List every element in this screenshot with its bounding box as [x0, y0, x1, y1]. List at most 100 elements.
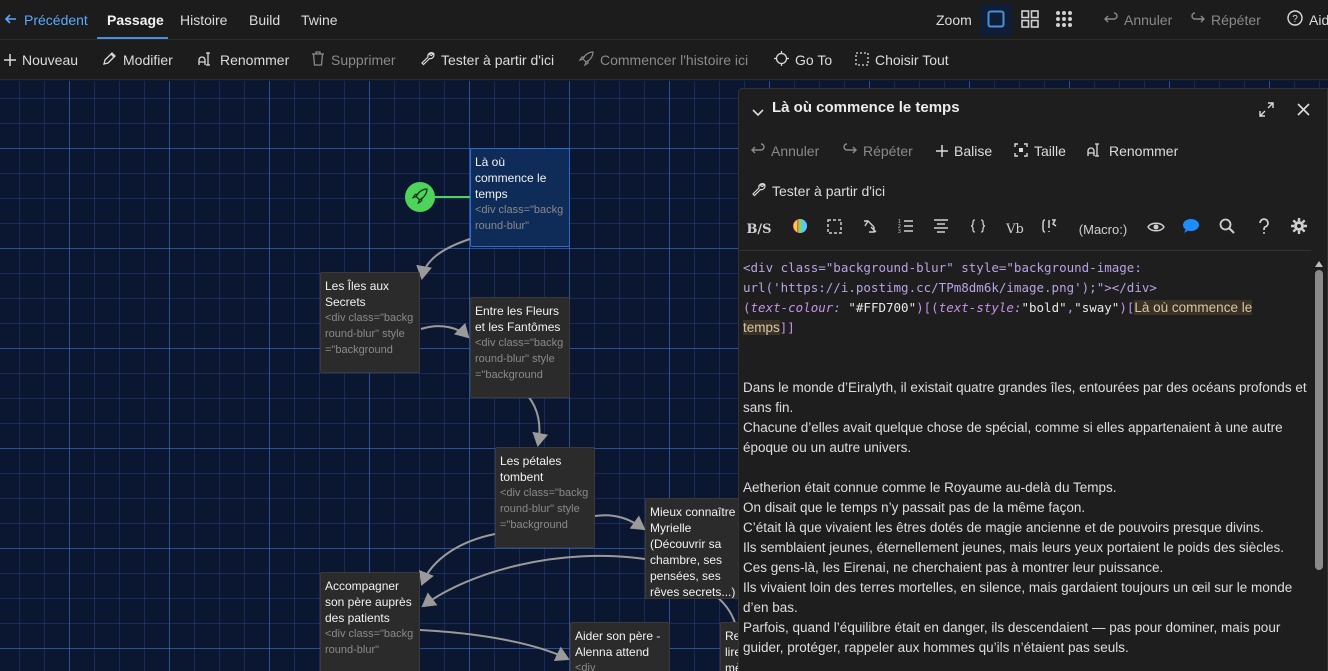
svg-text:3: 3 [898, 229, 901, 234]
tab-histoire[interactable]: Histoire [180, 0, 227, 40]
zoom-small-button[interactable] [1048, 4, 1080, 36]
undo-label: Annuler [1124, 12, 1173, 28]
link-5 [419, 533, 496, 586]
pencil-icon [102, 41, 117, 81]
editor-scrollbar[interactable] [1311, 250, 1327, 671]
undo-button[interactable]: Annuler [1104, 0, 1172, 40]
prose-paragraph: Aetherion était connue comme le Royaume … [743, 480, 1117, 495]
syntax-help-button[interactable] [1253, 218, 1275, 242]
grid-3x3-icon [1055, 10, 1073, 31]
redo-icon [1191, 1, 1205, 41]
zoom-large-button[interactable] [980, 4, 1012, 36]
collapse-chevron-icon[interactable] [752, 105, 764, 121]
close-icon[interactable] [1297, 103, 1310, 119]
macro-button[interactable]: (Macro:) [1075, 218, 1131, 242]
passage-redo-button[interactable]: Répéter [843, 139, 913, 163]
passage-toolbar: Nouveau Modifier Renommer Supprimer Test… [0, 40, 1328, 80]
rename-passage-button[interactable]: Renommer [198, 40, 289, 80]
scrollbar-thumb[interactable] [1315, 270, 1323, 570]
passage-excerpt: <div class="background-blur" style="back… [325, 312, 414, 356]
link-icon [862, 218, 878, 242]
braces-icon [970, 218, 986, 243]
select-all-button[interactable]: Choisir Tout [855, 40, 949, 80]
add-tag-button[interactable]: Balise [936, 139, 992, 163]
goto-button[interactable]: Go To [774, 40, 832, 80]
link-1 [416, 238, 471, 280]
scroll-up-arrow-icon[interactable] [1315, 254, 1323, 270]
delete-passage-button[interactable]: Supprimer [311, 40, 396, 80]
link-7 [419, 629, 570, 661]
settings-button[interactable] [1288, 218, 1310, 242]
undo-icon [751, 140, 765, 164]
help-button[interactable]: ? Aide [1287, 0, 1328, 40]
passage-undo-button[interactable]: Annuler [751, 139, 819, 163]
back-button[interactable]: Précédent [4, 0, 88, 40]
passage-card[interactable]: Là où commence le temps <div class="back… [470, 148, 570, 247]
hook-select-button[interactable] [823, 218, 845, 242]
conditional-button[interactable] [1039, 218, 1061, 242]
tab-build[interactable]: Build [249, 0, 280, 40]
tab-twine[interactable]: Twine [301, 0, 338, 40]
exclamation-bracket-icon [1041, 218, 1059, 242]
dialog-title: Là où commence le temps [772, 99, 960, 116]
select-all-label: Choisir Tout [875, 52, 949, 68]
passage-title: Re lire mère [725, 629, 740, 671]
passage-card[interactable]: Entre les Fleurs et les Fantômes <div cl… [470, 297, 570, 398]
passage-excerpt: <div [575, 662, 596, 671]
start-story-here-label: Commencer l'histoire ici [600, 52, 749, 68]
braces-button[interactable] [967, 218, 989, 242]
passage-undo-label: Annuler [771, 143, 820, 159]
passage-excerpt: <div class="background-blur" [475, 204, 564, 232]
edit-passage-button[interactable]: Modifier [102, 40, 173, 80]
find-button[interactable] [1216, 218, 1238, 242]
crosshair-icon [774, 41, 789, 81]
back-label: Précédent [24, 12, 88, 28]
zoom-medium-button[interactable] [1014, 4, 1046, 36]
macro-value: "bold" [1021, 300, 1067, 315]
speech-bubble-icon [1182, 218, 1200, 242]
bold-strike-button[interactable]: B/S [746, 218, 771, 242]
align-button[interactable] [930, 218, 952, 242]
prose-paragraph [743, 458, 1307, 478]
passage-card[interactable]: Aider son père - Alenna attend <div [570, 622, 670, 671]
svg-text:?: ? [1292, 14, 1298, 25]
top-menu-bar: Précédent Passage Histoire Build Twine Z… [0, 0, 1328, 40]
wrench-icon [751, 180, 766, 204]
new-label: Nouveau [22, 52, 79, 68]
list-button[interactable]: 123 [895, 218, 917, 242]
new-passage-button[interactable]: Nouveau [4, 40, 78, 80]
passage-card[interactable]: Les Îles aux Secrets <div class="backgro… [320, 272, 420, 373]
rocket-icon [578, 41, 594, 81]
preview-button[interactable] [1145, 218, 1167, 242]
passage-card[interactable]: Mieux connaître Myrielle (Découvrir sa c… [645, 498, 745, 599]
passage-excerpt: <div class="background-blur" style="back… [500, 487, 589, 531]
link-button[interactable] [859, 218, 881, 242]
panel-test-label: Tester à partir d'ici [772, 183, 886, 199]
macro-name: text-style: [938, 300, 1022, 315]
colour-button[interactable] [789, 218, 811, 242]
tab-passage[interactable]: Passage [107, 0, 164, 40]
rename-button[interactable]: Renommer [1087, 139, 1178, 163]
panel-test-from-here-button[interactable]: Tester à partir d'ici [751, 179, 885, 203]
redo-button[interactable]: Répéter [1191, 0, 1261, 40]
passage-card[interactable]: Les pétales tombent <div class="backgrou… [495, 447, 595, 548]
link-4 [594, 514, 646, 531]
size-button[interactable]: Taille [1014, 139, 1066, 163]
comments-button[interactable] [1180, 218, 1202, 242]
size-label: Taille [1034, 143, 1066, 159]
passage-title: Les pétales tombent [500, 454, 562, 484]
question-icon [1258, 218, 1270, 242]
passage-card[interactable]: Re lire mère [720, 622, 740, 671]
numbered-list-icon: 123 [898, 218, 914, 242]
start-story-here-button[interactable]: Commencer l'histoire ici [578, 40, 749, 81]
test-from-here-button[interactable]: Tester à partir d'ici [420, 40, 554, 80]
maximize-icon[interactable] [1259, 102, 1274, 120]
help-icon: ? [1287, 1, 1303, 41]
passage-excerpt: <div class="background-blur" [325, 628, 414, 656]
passage-text-editor[interactable]: <div class="background-blur" style="back… [739, 250, 1311, 671]
passage-card[interactable]: Accompagner son père auprès des patients… [320, 572, 420, 671]
story-start-node[interactable] [405, 182, 435, 212]
variable-button[interactable]: Vb [1003, 218, 1027, 242]
align-center-icon [933, 218, 949, 242]
